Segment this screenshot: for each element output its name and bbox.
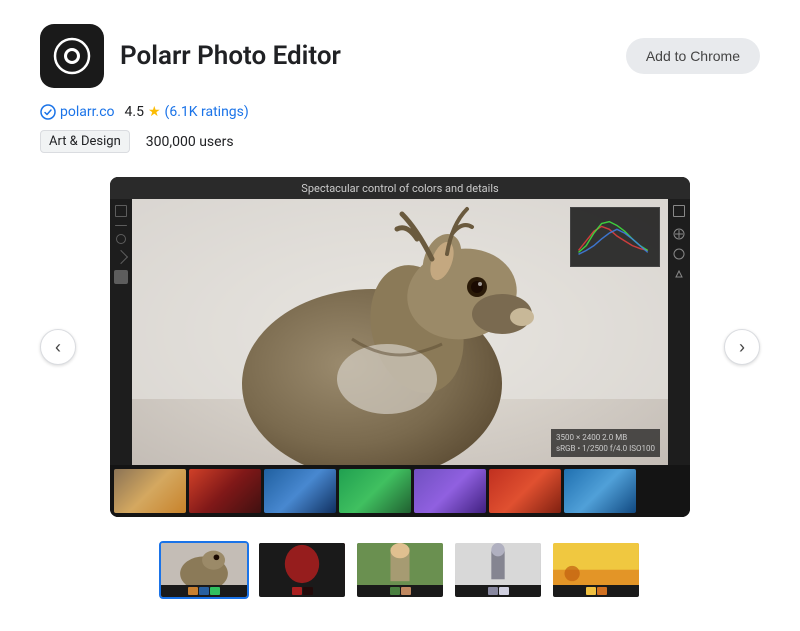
thumb-4-strip — [455, 585, 541, 597]
thumbnail-2[interactable] — [257, 541, 347, 599]
rating-container: 4.5 ★ (6.1K ratings) — [125, 104, 249, 120]
add-to-chrome-button[interactable]: Add to Chrome — [626, 38, 760, 74]
filmstrip-thumb-2 — [189, 469, 261, 513]
thumb-1-strip — [161, 585, 247, 597]
info-panel: 3500 × 2400 2.0 MB sRGB • 1/2500 f/4.0 I… — [551, 429, 660, 457]
toolbar-icon-3 — [116, 234, 126, 244]
toolbar-icon-1 — [115, 205, 127, 217]
prev-arrow-button[interactable]: ‹ — [40, 329, 76, 365]
app-title: Polarr Photo Editor — [120, 41, 341, 71]
toolbar-icon-4 — [114, 250, 128, 264]
rating-value: 4.5 — [125, 104, 144, 120]
thumbnail-5[interactable] — [551, 541, 641, 599]
main-screenshot: Spectacular control of colors and detail… — [110, 177, 690, 517]
rating-star: ★ — [148, 104, 161, 120]
filmstrip-thumb-1 — [114, 469, 186, 513]
filmstrip — [110, 465, 690, 517]
deer-photo: 3500 × 2400 2.0 MB sRGB • 1/2500 f/4.0 I… — [132, 199, 668, 465]
thumb-2-image — [259, 543, 345, 585]
strip-color-4 — [292, 587, 302, 595]
strip-color-6 — [390, 587, 400, 595]
strip-color-10 — [586, 587, 596, 595]
thumb-3-strip — [357, 585, 443, 597]
left-toolbar — [110, 199, 132, 465]
thumbnail-3[interactable] — [355, 541, 445, 599]
filmstrip-thumb-3 — [264, 469, 336, 513]
thumb-2-strip — [259, 585, 345, 597]
tags-row: Art & Design 300,000 users — [40, 130, 760, 153]
rtoolbar-icon-2 — [673, 225, 685, 237]
strip-color-11 — [597, 587, 607, 595]
toolbar-icon-2 — [115, 225, 127, 226]
verified-icon — [40, 104, 56, 120]
rtoolbar-icon-4 — [673, 265, 685, 277]
strip-color-2 — [199, 587, 209, 595]
filmstrip-thumb-7 — [564, 469, 636, 513]
right-toolbar — [668, 199, 690, 465]
thumb-3-image — [357, 543, 443, 585]
thumbnail-1[interactable] — [159, 541, 249, 599]
thumb-5-strip — [553, 585, 639, 597]
page-container: Polarr Photo Editor Add to Chrome polarr… — [0, 0, 800, 631]
toolbar-icon-5 — [114, 270, 128, 284]
rating-link[interactable]: (6.1K ratings) — [165, 104, 249, 120]
app-icon — [40, 24, 104, 88]
header: Polarr Photo Editor Add to Chrome — [40, 24, 760, 88]
strip-color-5 — [303, 587, 313, 595]
thumb-5-image — [553, 543, 639, 585]
info-line2: sRGB • 1/2500 f/4.0 ISO100 — [556, 443, 655, 454]
filmstrip-thumb-4 — [339, 469, 411, 513]
meta-row: polarr.co 4.5 ★ (6.1K ratings) — [40, 104, 760, 120]
histogram-panel — [570, 207, 660, 267]
category-tag: Art & Design — [40, 130, 130, 153]
users-count: 300,000 users — [146, 134, 234, 150]
filmstrip-thumb-6 — [489, 469, 561, 513]
screenshot-caption: Spectacular control of colors and detail… — [110, 177, 690, 199]
website-text: polarr.co — [60, 104, 115, 120]
rtoolbar-icon-1 — [673, 205, 685, 217]
rtoolbar-icon-3 — [673, 245, 685, 257]
thumb-4-image — [455, 543, 541, 585]
strip-color-1 — [188, 587, 198, 595]
filmstrip-thumb-5 — [414, 469, 486, 513]
strip-color-7 — [401, 587, 411, 595]
info-line1: 3500 × 2400 2.0 MB — [556, 432, 655, 443]
header-left: Polarr Photo Editor — [40, 24, 341, 88]
strip-color-9 — [499, 587, 509, 595]
thumbnail-4[interactable] — [453, 541, 543, 599]
thumbnail-strip — [40, 533, 760, 607]
strip-color-8 — [488, 587, 498, 595]
thumb-1-image — [161, 543, 247, 585]
website-link[interactable]: polarr.co — [40, 104, 115, 120]
strip-color-3 — [210, 587, 220, 595]
screenshot-content: 3500 × 2400 2.0 MB sRGB • 1/2500 f/4.0 I… — [110, 199, 690, 465]
screenshot-area: ‹ Spectacular control of colors and deta… — [40, 177, 760, 517]
next-arrow-button[interactable]: › — [724, 329, 760, 365]
